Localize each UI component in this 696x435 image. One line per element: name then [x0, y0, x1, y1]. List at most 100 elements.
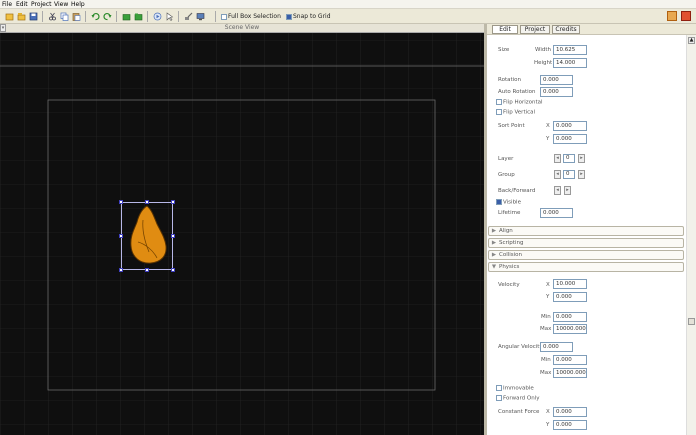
immovable-toggle[interactable]: Immovable [496, 385, 534, 392]
height-field[interactable]: 14.000 [553, 58, 587, 68]
full-box-selection-checkbox[interactable] [221, 13, 227, 20]
undo-icon[interactable] [90, 11, 100, 21]
snap-to-grid-label: Snap to Grid [293, 13, 331, 20]
immovable-checkbox[interactable] [496, 385, 502, 391]
layer-increment-button[interactable]: ▸ [578, 154, 585, 163]
group-increment-button[interactable]: ▸ [578, 170, 585, 179]
scene-grid [0, 33, 484, 435]
snap-to-grid-checkbox[interactable] [286, 13, 292, 20]
group-label: Group [498, 172, 515, 178]
force-x-field[interactable]: 0.000 [553, 407, 587, 417]
flip-vertical-toggle[interactable]: Flip Vertical [496, 109, 535, 116]
scene-menu-icon[interactable]: ▾ [0, 24, 6, 32]
tab-credits[interactable]: Credits [552, 25, 580, 34]
save-icon[interactable] [28, 11, 38, 21]
layer-field[interactable]: 0 [563, 154, 575, 163]
menu-edit[interactable]: Edit [16, 1, 28, 8]
sort-y-field[interactable]: 0.000 [553, 134, 587, 144]
angular-max-label: Max [540, 370, 552, 376]
import-icon[interactable] [667, 11, 677, 21]
toolbar-separator [42, 11, 43, 22]
monitor-icon[interactable] [195, 11, 205, 21]
velocity-min-field[interactable]: 0.000 [553, 312, 587, 322]
velocity-x-field[interactable]: 10.000 [553, 279, 587, 289]
brush-icon[interactable] [183, 11, 193, 21]
layer-label: Layer [498, 156, 514, 162]
bring-forward-button[interactable]: ▸ [564, 186, 571, 195]
section-collision[interactable]: ▶ Collision [488, 250, 684, 260]
send-back-button[interactable]: ◂ [554, 186, 561, 195]
visible-toggle[interactable]: Visible [496, 199, 521, 206]
pointer-icon[interactable] [164, 11, 174, 21]
chevron-down-icon: ▼ [491, 264, 497, 270]
width-field[interactable]: 10.625 [553, 45, 587, 55]
flip-vertical-checkbox[interactable] [496, 109, 502, 115]
forward-only-checkbox[interactable] [496, 395, 502, 401]
resize-handle[interactable] [171, 268, 175, 272]
resize-handle[interactable] [145, 268, 149, 272]
angular-velocity-field[interactable]: 0.000 [540, 342, 573, 352]
velocity-x-label: X [546, 282, 550, 288]
lifetime-field[interactable]: 0.000 [540, 208, 573, 218]
group-decrement-button[interactable]: ◂ [554, 170, 561, 179]
section-collision-label: Collision [499, 252, 523, 258]
redo-icon[interactable] [102, 11, 112, 21]
properties-scrollbar[interactable]: ▲ [686, 35, 696, 435]
resize-handle[interactable] [119, 268, 123, 272]
full-box-selection-toggle[interactable]: Full Box Selection [221, 13, 281, 20]
tab-project[interactable]: Project [520, 25, 550, 34]
velocity-y-field[interactable]: 0.000 [553, 292, 587, 302]
toolbar: Full Box Selection Snap to Grid [0, 9, 696, 24]
add-folder-icon[interactable] [121, 11, 131, 21]
scroll-thumb[interactable] [688, 318, 695, 325]
visible-checkbox[interactable] [496, 199, 502, 205]
menu-file[interactable]: File [2, 1, 12, 8]
menu-project[interactable]: Project [31, 1, 52, 8]
menu-view[interactable]: View [54, 1, 68, 8]
velocity-max-field[interactable]: 10000.000 [553, 324, 587, 334]
copy-icon[interactable] [59, 11, 69, 21]
menu-help[interactable]: Help [71, 1, 85, 8]
chevron-right-icon: ▶ [491, 252, 497, 258]
close-app-icon[interactable] [681, 11, 691, 21]
full-box-selection-label: Full Box Selection [228, 13, 281, 20]
resize-handle[interactable] [119, 200, 123, 204]
layer-decrement-button[interactable]: ◂ [554, 154, 561, 163]
section-scripting[interactable]: ▶ Scripting [488, 238, 684, 248]
flip-horizontal-label: Flip Horizontal [503, 99, 543, 106]
resize-handle[interactable] [145, 200, 149, 204]
auto-rotation-field[interactable]: 0.000 [540, 87, 573, 97]
angular-min-label: Min [541, 357, 551, 363]
folder-icon[interactable] [133, 11, 143, 21]
open-icon[interactable] [16, 11, 26, 21]
section-align[interactable]: ▶ Align [488, 226, 684, 236]
angular-min-field[interactable]: 0.000 [553, 355, 587, 365]
angular-max-field[interactable]: 10000.000 [553, 368, 587, 378]
velocity-max-label: Max [540, 326, 552, 332]
tab-edit[interactable]: Edit [492, 25, 518, 34]
flip-vertical-label: Flip Vertical [503, 109, 536, 116]
sort-x-field[interactable]: 0.000 [553, 121, 587, 131]
section-physics[interactable]: ▼ Physics [488, 262, 684, 272]
constant-force-label: Constant Force [498, 409, 540, 415]
scene-canvas[interactable] [0, 33, 484, 435]
section-scripting-label: Scripting [499, 240, 524, 246]
flip-horizontal-toggle[interactable]: Flip Horizontal [496, 99, 543, 106]
selected-sprite[interactable] [119, 200, 175, 272]
rotation-field[interactable]: 0.000 [540, 75, 573, 85]
scroll-up-icon[interactable]: ▲ [688, 37, 695, 44]
sort-y-label: Y [546, 136, 550, 142]
resize-handle[interactable] [171, 200, 175, 204]
height-label: Height [534, 60, 553, 66]
resize-handle[interactable] [119, 234, 123, 238]
new-icon[interactable] [4, 11, 14, 21]
flip-horizontal-checkbox[interactable] [496, 99, 502, 105]
snap-to-grid-toggle[interactable]: Snap to Grid [286, 13, 331, 20]
paste-icon[interactable] [71, 11, 81, 21]
group-field[interactable]: 0 [563, 170, 575, 179]
forward-only-toggle[interactable]: Forward Only [496, 395, 539, 402]
resize-handle[interactable] [171, 234, 175, 238]
force-y-field[interactable]: 0.000 [553, 420, 587, 430]
play-icon[interactable] [152, 11, 162, 21]
cut-icon[interactable] [47, 11, 57, 21]
